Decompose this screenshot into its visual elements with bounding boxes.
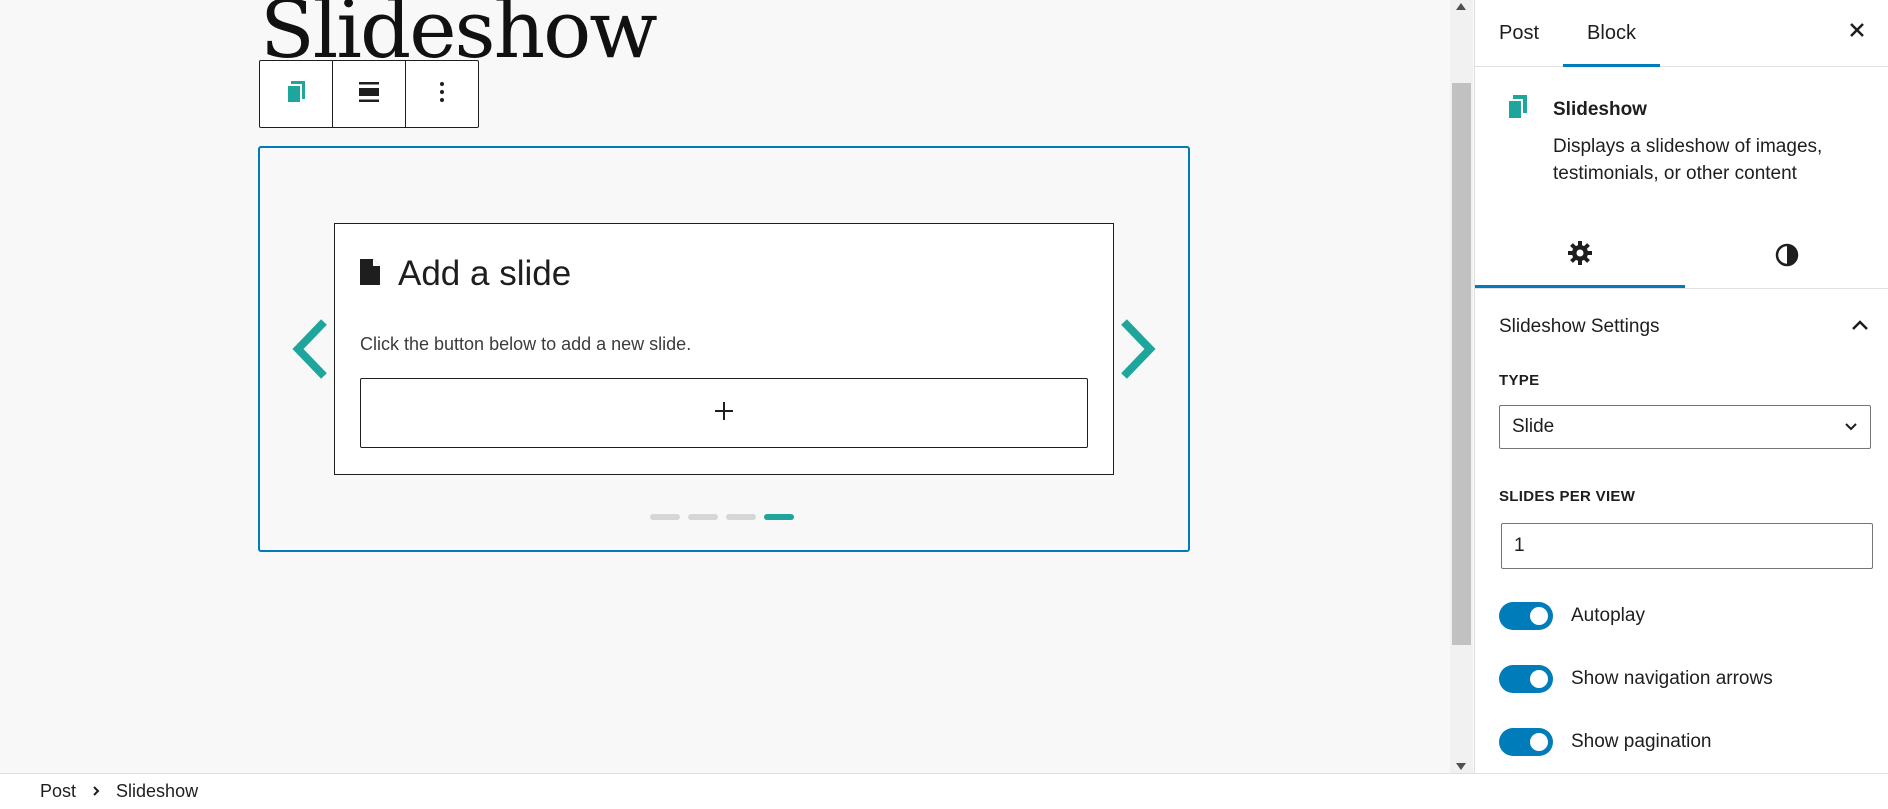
toggle-knob [1530, 733, 1548, 751]
more-options-icon [429, 79, 455, 110]
slide-placeholder-title: Add a slide [398, 254, 572, 293]
plus-icon [713, 400, 735, 427]
editor-canvas: Slideshow Add a slide Click the button b… [0, 0, 1450, 773]
add-slide-button[interactable] [360, 378, 1088, 448]
tab-block[interactable]: Block [1563, 0, 1660, 67]
align-button[interactable] [333, 61, 406, 127]
block-type-button[interactable] [260, 61, 333, 127]
pagination-toggle-row: Show pagination [1499, 728, 1712, 756]
scroll-down-arrow[interactable] [1456, 763, 1466, 770]
tab-settings[interactable] [1475, 226, 1685, 288]
chevron-up-icon [1851, 318, 1869, 336]
more-options-button[interactable] [406, 61, 478, 127]
contrast-icon [1774, 242, 1800, 273]
close-icon [1848, 21, 1866, 44]
breadcrumb: Post Slideshow [0, 773, 1888, 809]
type-label: TYPE [1499, 372, 1540, 389]
scroll-up-arrow[interactable] [1456, 3, 1466, 10]
autoplay-toggle-row: Autoplay [1499, 602, 1645, 630]
block-toolbar [259, 60, 479, 128]
panel-header[interactable]: Slideshow Settings [1475, 290, 1888, 360]
pagination-dot[interactable] [650, 514, 680, 520]
slide-placeholder-header: Add a slide [360, 254, 571, 294]
slides-per-view-label: SLIDES PER VIEW [1499, 488, 1636, 505]
panel-title: Slideshow Settings [1499, 316, 1660, 337]
block-card-description: Displays a slideshow of images, testimon… [1553, 136, 1823, 184]
editor-scrollbar[interactable] [1450, 0, 1473, 773]
chevron-right-icon [1118, 319, 1158, 384]
slide-placeholder-description: Click the button below to add a new slid… [360, 334, 692, 354]
chevron-left-icon [290, 319, 330, 384]
slideshow-settings-panel: Slideshow Settings TYPE Slide SLIDES PER… [1475, 290, 1888, 773]
pagination-dot[interactable] [726, 514, 756, 520]
pagination-dot[interactable] [688, 514, 718, 520]
pagination-toggle[interactable] [1499, 728, 1553, 756]
align-icon [356, 79, 382, 110]
previous-slide-arrow[interactable] [290, 318, 330, 385]
chevron-down-icon [1844, 416, 1858, 438]
breadcrumb-item-slideshow[interactable]: Slideshow [116, 781, 198, 802]
autoplay-toggle[interactable] [1499, 602, 1553, 630]
type-select-value: Slide [1512, 416, 1555, 437]
pagination-label: Show pagination [1571, 731, 1712, 752]
slideshow-icon [283, 79, 309, 110]
block-card: Slideshow Displays a slideshow of images… [1475, 67, 1888, 217]
page-icon [360, 258, 380, 290]
toggle-knob [1530, 607, 1548, 625]
pagination-dot-active[interactable] [764, 514, 794, 520]
slide-pagination [650, 514, 794, 520]
autoplay-label: Autoplay [1571, 605, 1645, 626]
next-slide-arrow[interactable] [1118, 318, 1158, 385]
breadcrumb-item-post[interactable]: Post [0, 781, 76, 802]
slides-per-view-input[interactable] [1501, 523, 1873, 569]
settings-sidebar: Post Block Slideshow Displays a slidesho… [1474, 0, 1888, 773]
tab-post[interactable]: Post [1475, 0, 1563, 66]
inspector-tabs [1475, 226, 1888, 289]
close-sidebar-button[interactable] [1845, 20, 1869, 44]
block-card-title: Slideshow [1553, 99, 1647, 120]
tab-styles[interactable] [1685, 226, 1888, 288]
navigation-arrows-toggle-row: Show navigation arrows [1499, 665, 1773, 693]
toggle-knob [1530, 670, 1548, 688]
chevron-right-icon [92, 781, 100, 802]
navigation-arrows-toggle[interactable] [1499, 665, 1553, 693]
type-select[interactable]: Slide [1499, 405, 1871, 449]
sidebar-tabs: Post Block [1475, 0, 1888, 67]
navigation-arrows-label: Show navigation arrows [1571, 668, 1773, 689]
scroll-thumb[interactable] [1452, 83, 1471, 645]
slideshow-icon [1505, 95, 1529, 126]
slide-placeholder: Add a slide Click the button below to ad… [334, 223, 1114, 475]
gear-icon [1567, 240, 1593, 271]
